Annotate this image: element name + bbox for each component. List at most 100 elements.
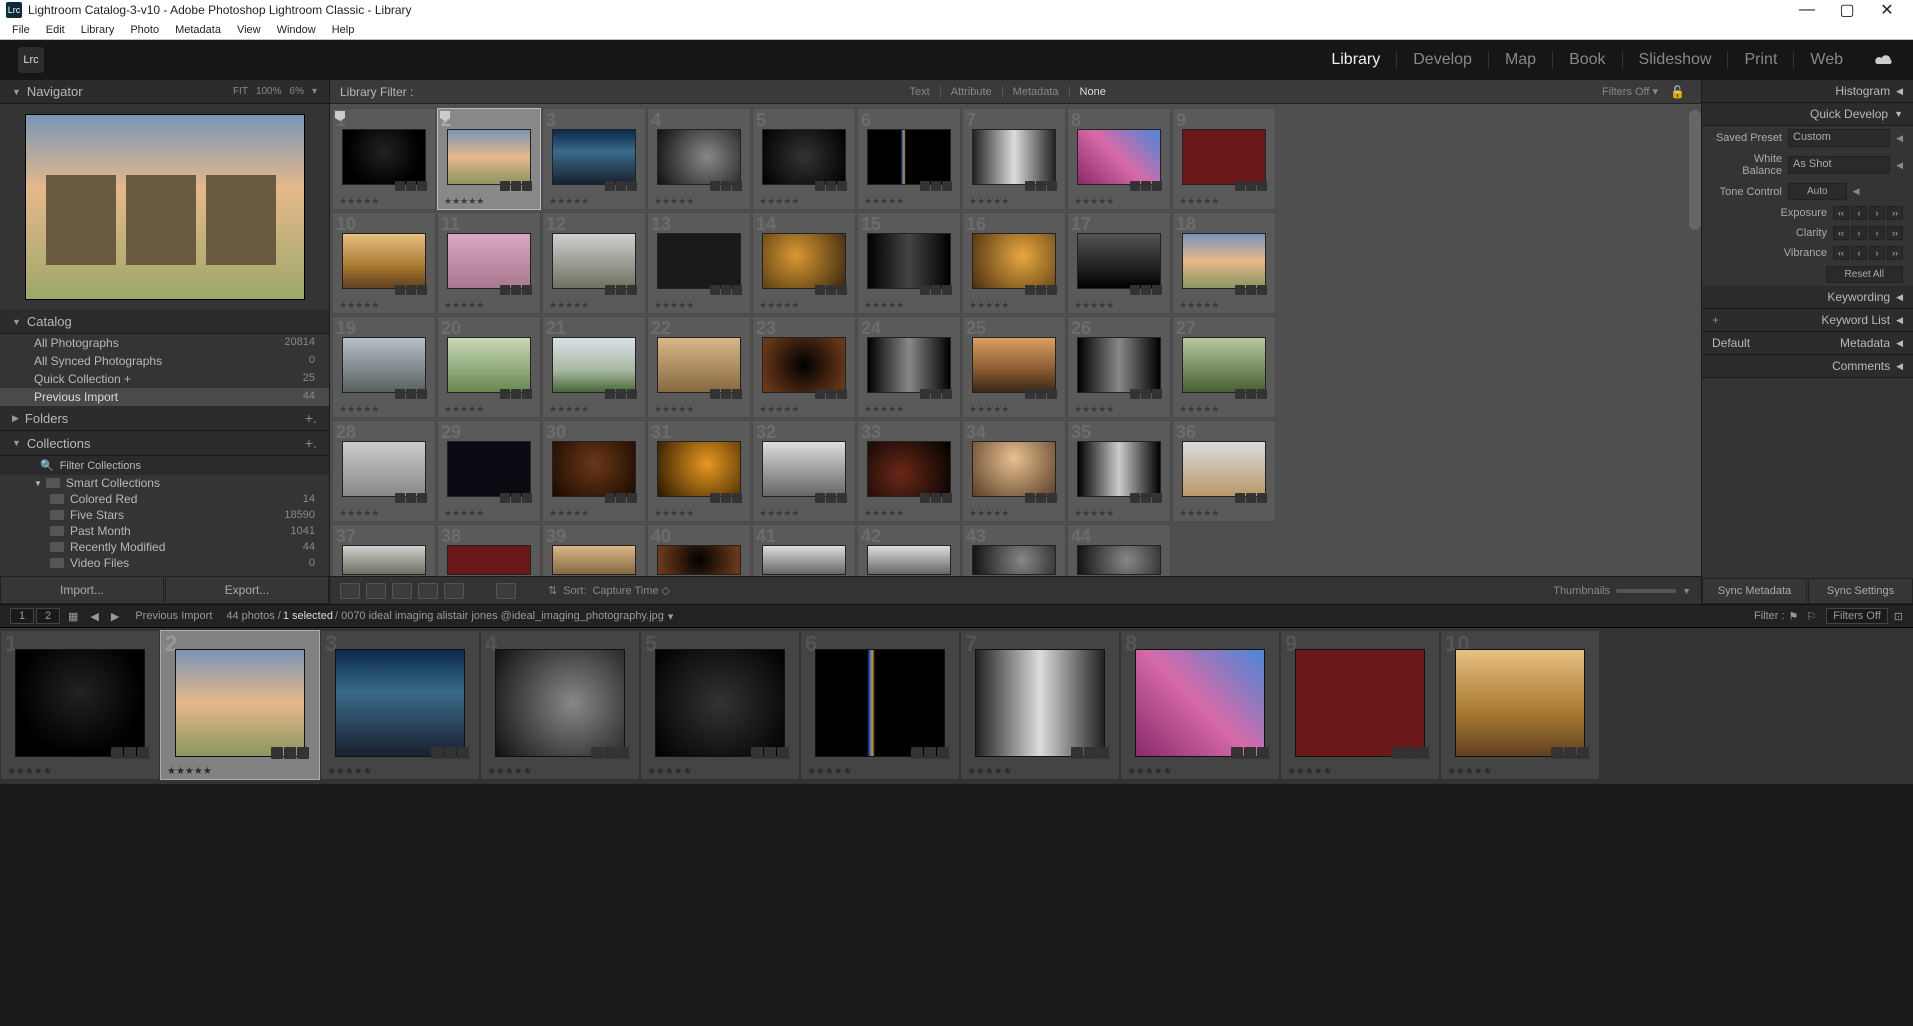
thumbnail-image[interactable] — [342, 545, 426, 575]
rating-stars[interactable]: ★★★★★ — [444, 196, 484, 207]
rating-stars[interactable]: ★★★★★ — [969, 404, 1009, 415]
rating-stars[interactable]: ★★★★★ — [1074, 196, 1114, 207]
grid-cell[interactable]: 22★★★★★ — [647, 316, 751, 418]
thumbnail-image[interactable] — [1182, 441, 1266, 497]
compare-view-icon[interactable] — [392, 583, 412, 599]
cell-badges[interactable] — [815, 493, 847, 503]
grid-cell[interactable]: 31★★★★★ — [647, 420, 751, 522]
rating-stars[interactable]: ★★★★★ — [864, 196, 904, 207]
rating-stars[interactable]: ★★★★★ — [969, 196, 1009, 207]
grid-cell[interactable]: 36★★★★★ — [1172, 420, 1276, 522]
grid-cell[interactable]: 44 — [1067, 524, 1171, 576]
chevron-left-icon[interactable]: ◀ — [1896, 160, 1903, 171]
primary-display-button[interactable]: 1 — [10, 608, 34, 624]
cell-badges[interactable] — [1235, 389, 1267, 399]
thumbnail-image[interactable] — [552, 441, 636, 497]
grid-cell[interactable]: 32★★★★★ — [752, 420, 856, 522]
thumbnail-image[interactable] — [1295, 649, 1425, 757]
grid-cell[interactable]: 35★★★★★ — [1067, 420, 1171, 522]
grid-cell[interactable]: 23★★★★★ — [752, 316, 856, 418]
thumbnail-image[interactable] — [972, 337, 1056, 393]
comments-header[interactable]: Comments◀ — [1702, 355, 1913, 378]
module-print[interactable]: Print — [1727, 51, 1793, 69]
thumbnail-image[interactable] — [657, 545, 741, 575]
grid-view-icon[interactable] — [340, 583, 360, 599]
grid-cell[interactable]: 25★★★★★ — [962, 316, 1066, 418]
filter-lock-icon[interactable]: 🔓 — [1664, 85, 1691, 99]
rating-stars[interactable]: ★★★★★ — [339, 404, 379, 415]
grid-cell[interactable]: 30★★★★★ — [542, 420, 646, 522]
thumbnail-image[interactable] — [552, 233, 636, 289]
grid-cell[interactable]: 17★★★★★ — [1067, 212, 1171, 314]
metadata-preset-dropdown[interactable]: Default — [1712, 336, 1782, 350]
filmstrip-cell[interactable]: 8★★★★★ — [1120, 630, 1280, 780]
thumbnail-image[interactable] — [447, 337, 531, 393]
grid-cell[interactable]: 34★★★★★ — [962, 420, 1066, 522]
rating-stars[interactable]: ★★★★★ — [969, 508, 1009, 519]
grid-cell[interactable]: 43 — [962, 524, 1066, 576]
grid-cell[interactable]: 37 — [332, 524, 436, 576]
cell-badges[interactable] — [605, 181, 637, 191]
cell-badges[interactable] — [1130, 285, 1162, 295]
nav-fit[interactable]: FIT — [233, 86, 248, 97]
rating-stars[interactable]: ★★★★★ — [549, 404, 589, 415]
filter-none[interactable]: None — [1069, 86, 1116, 98]
nav-zoom[interactable]: 6% — [290, 86, 304, 97]
grid-cell[interactable]: 12★★★★★ — [542, 212, 646, 314]
sync-settings-button[interactable]: Sync Settings — [1808, 578, 1913, 604]
cell-badges[interactable] — [395, 285, 427, 295]
white-balance-dropdown[interactable]: As Shot — [1788, 156, 1890, 174]
tone-auto-button[interactable]: Auto — [1788, 183, 1847, 200]
rating-stars[interactable]: ★★★★★ — [1179, 196, 1219, 207]
cell-badges[interactable] — [271, 747, 309, 759]
thumbnail-image[interactable] — [447, 545, 531, 575]
sort-dropdown[interactable]: Capture Time ◇ — [592, 584, 670, 597]
filmstrip-cell[interactable]: 10★★★★★ — [1440, 630, 1600, 780]
menu-library[interactable]: Library — [73, 24, 123, 36]
grid-cell[interactable]: 9★★★★★ — [1172, 108, 1276, 210]
cell-badges[interactable] — [1025, 389, 1057, 399]
people-view-icon[interactable] — [444, 583, 464, 599]
rating-stars[interactable]: ★★★★★ — [7, 766, 52, 777]
menu-file[interactable]: File — [4, 24, 38, 36]
survey-view-icon[interactable] — [418, 583, 438, 599]
grid-cell[interactable]: 18★★★★★ — [1172, 212, 1276, 314]
cell-badges[interactable] — [815, 285, 847, 295]
cell-badges[interactable] — [710, 389, 742, 399]
cell-badges[interactable] — [815, 181, 847, 191]
grid-scrollbar[interactable] — [1689, 110, 1701, 230]
smart-collections-folder[interactable]: ▼ Smart Collections — [0, 475, 329, 491]
grid-cell[interactable]: 24★★★★★ — [857, 316, 961, 418]
rating-stars[interactable]: ★★★★★ — [1127, 766, 1172, 777]
filmstrip-cell[interactable]: 9★★★★★ — [1280, 630, 1440, 780]
sync-metadata-button[interactable]: Sync Metadata — [1702, 578, 1807, 604]
grid-cell[interactable]: 21★★★★★ — [542, 316, 646, 418]
thumbnail-image[interactable] — [447, 441, 531, 497]
rating-stars[interactable]: ★★★★★ — [864, 508, 904, 519]
clarity-steppers[interactable]: ‹‹‹››› — [1833, 226, 1903, 240]
rating-stars[interactable]: ★★★★★ — [654, 508, 694, 519]
sc-video-files[interactable]: Video Files0 — [0, 555, 329, 571]
chevron-left-icon[interactable]: ◀ — [1896, 133, 1903, 144]
thumbnail-image[interactable] — [972, 441, 1056, 497]
rating-stars[interactable]: ★★★★★ — [444, 508, 484, 519]
thumbnail-image[interactable] — [815, 649, 945, 757]
filter-metadata[interactable]: Metadata — [1002, 86, 1069, 98]
cell-badges[interactable] — [1391, 747, 1429, 759]
rating-stars[interactable]: ★★★★★ — [444, 300, 484, 311]
module-web[interactable]: Web — [1793, 51, 1859, 69]
cell-badges[interactable] — [395, 389, 427, 399]
cell-badges[interactable] — [751, 747, 789, 759]
cell-badges[interactable] — [1235, 493, 1267, 503]
filter-lock-icon[interactable]: ⊡ — [1894, 610, 1903, 623]
nav-forward-icon[interactable]: ▶ — [111, 610, 119, 623]
filmstrip-cell[interactable]: 6★★★★★ — [800, 630, 960, 780]
navigator-preview[interactable] — [0, 104, 329, 310]
grid-cell[interactable]: 39 — [542, 524, 646, 576]
catalog-header[interactable]: ▼ Catalog — [0, 310, 329, 334]
grid-cell[interactable]: 42 — [857, 524, 961, 576]
minimize-button[interactable]: — — [1787, 1, 1827, 19]
cell-badges[interactable] — [1025, 181, 1057, 191]
cell-badges[interactable] — [1025, 493, 1057, 503]
thumbnail-image[interactable] — [447, 129, 531, 185]
